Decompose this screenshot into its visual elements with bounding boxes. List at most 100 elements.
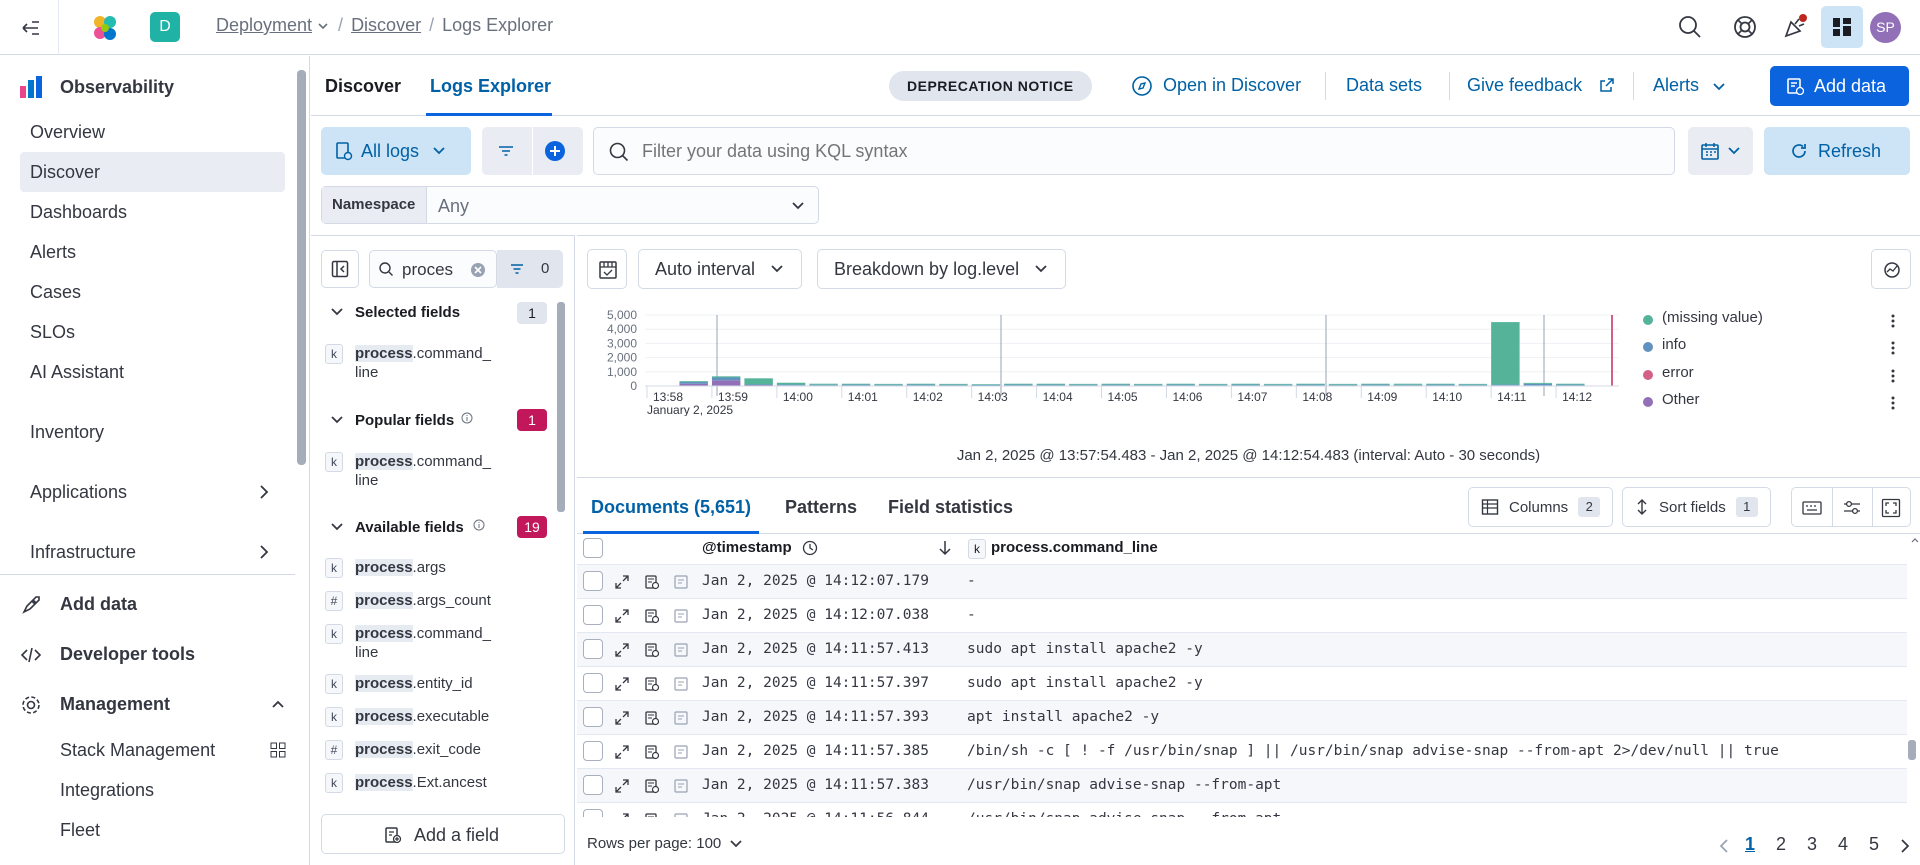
histogram-bar[interactable] xyxy=(1556,384,1585,386)
histogram-bar[interactable] xyxy=(1296,383,1325,385)
histogram-bar[interactable] xyxy=(841,383,871,385)
grid-icon[interactable] xyxy=(270,742,286,758)
expand-icon[interactable] xyxy=(614,710,630,726)
command-line-cell[interactable]: - xyxy=(967,607,976,623)
nav-integrations[interactable]: Integrations xyxy=(60,780,154,801)
table-row[interactable]: Jan 2, 2025 @ 14:11:57.413 sudo apt insta… xyxy=(577,632,1907,666)
log-message-icon[interactable] xyxy=(673,710,689,726)
histogram-bar[interactable] xyxy=(1556,383,1585,385)
tab-discover[interactable]: Discover xyxy=(325,76,401,97)
histogram-bar[interactable] xyxy=(971,384,1001,386)
page-5[interactable]: 5 xyxy=(1869,834,1879,855)
histogram-bar[interactable] xyxy=(1069,383,1098,385)
command-line-cell[interactable]: /usr/bin/snap advise-snap --from-apt xyxy=(967,777,1281,793)
field-item[interactable]: k process.Ext.ancest xyxy=(325,773,545,795)
open-in-discover-link[interactable]: Open in Discover xyxy=(1163,75,1301,96)
chevron-down-icon[interactable] xyxy=(329,305,345,319)
histogram-bar[interactable] xyxy=(1166,383,1195,385)
chevron-down-icon[interactable] xyxy=(329,520,345,534)
nav-add-data[interactable]: Add data xyxy=(60,594,137,615)
command-line-cell[interactable]: sudo apt install apache2 -y xyxy=(967,675,1203,691)
field-item[interactable]: # process.args_count xyxy=(325,591,545,613)
legend-other[interactable]: Other xyxy=(1662,391,1700,408)
legend-info[interactable]: info xyxy=(1662,336,1686,353)
legend-actions-icon[interactable] xyxy=(1890,340,1896,356)
chevron-right-icon[interactable] xyxy=(256,542,272,562)
histogram-bar[interactable] xyxy=(1328,384,1358,386)
histogram-bar[interactable] xyxy=(1393,384,1423,386)
legend-actions-icon[interactable] xyxy=(1890,395,1896,411)
log-message-icon[interactable] xyxy=(673,778,689,794)
chevron-right-icon[interactable] xyxy=(1899,837,1911,855)
histogram-bar[interactable] xyxy=(971,384,1001,385)
nav-management[interactable]: Management xyxy=(60,694,170,715)
histogram-bar[interactable] xyxy=(1231,383,1260,385)
alerts-menu[interactable]: Alerts xyxy=(1653,75,1699,96)
command-line-cell[interactable]: apt install apache2 -y xyxy=(967,709,1159,725)
expand-icon[interactable] xyxy=(614,778,630,794)
nav-item-overview[interactable]: Overview xyxy=(30,122,105,143)
tab-field-statistics[interactable]: Field statistics xyxy=(888,497,1013,518)
row-checkbox[interactable] xyxy=(583,809,603,817)
nav-item-dashboards[interactable]: Dashboards xyxy=(30,202,127,223)
timestamp-cell[interactable]: Jan 2, 2025 @ 14:11:56.844 xyxy=(702,811,929,817)
kql-search-bar[interactable] xyxy=(593,127,1675,175)
give-feedback-link[interactable]: Give feedback xyxy=(1467,75,1582,96)
nav-item-slos[interactable]: SLOs xyxy=(30,322,75,343)
document-view-icon[interactable] xyxy=(644,710,660,726)
rows-per-page-select[interactable]: Rows per page: 100 xyxy=(587,835,743,852)
chart-options-button[interactable] xyxy=(1871,249,1911,289)
table-row[interactable]: Jan 2, 2025 @ 14:11:57.383/usr/bin/snap … xyxy=(577,768,1907,802)
document-view-icon[interactable] xyxy=(644,778,660,794)
select-all-checkbox[interactable] xyxy=(583,538,603,558)
document-view-icon[interactable] xyxy=(644,608,660,624)
collapse-sidebar-button[interactable] xyxy=(321,250,359,288)
histogram-bar[interactable] xyxy=(1069,384,1098,386)
field-item[interactable]: k process.command_ line xyxy=(325,624,545,664)
histogram-bar[interactable] xyxy=(1491,384,1520,386)
histogram-bar[interactable] xyxy=(1263,384,1293,386)
histogram-bar[interactable] xyxy=(841,384,871,386)
timestamp-cell[interactable]: Jan 2, 2025 @ 14:11:57.397 xyxy=(702,675,929,691)
avatar[interactable]: SP xyxy=(1870,12,1901,43)
table-row[interactable]: Jan 2, 2025 @ 14:12:07.038 - xyxy=(577,598,1907,632)
nav-item-ai-assistant[interactable]: AI Assistant xyxy=(30,362,124,383)
timestamp-cell[interactable]: Jan 2, 2025 @ 14:12:07.038 xyxy=(702,607,929,623)
nav-item-discover[interactable]: Discover xyxy=(30,162,100,183)
table-row[interactable]: Jan 2, 2025 @ 14:11:57.385/bin/sh -c [ !… xyxy=(577,734,1907,768)
chevron-down-icon[interactable] xyxy=(1711,80,1727,94)
row-checkbox[interactable] xyxy=(583,673,603,693)
command-line-cell[interactable]: - xyxy=(967,573,976,589)
histogram-bar[interactable] xyxy=(1101,383,1130,385)
deprecation-notice-badge[interactable]: DEPRECATION NOTICE xyxy=(889,71,1092,101)
chevron-left-icon[interactable] xyxy=(1718,837,1730,855)
nav-item-alerts[interactable]: Alerts xyxy=(30,242,76,263)
add-filter-icon[interactable] xyxy=(544,140,566,162)
histogram-bar[interactable] xyxy=(1426,384,1455,386)
histogram-bar[interactable] xyxy=(1296,384,1325,386)
histogram-bar[interactable] xyxy=(1198,383,1228,385)
nav-item-infrastructure[interactable]: Infrastructure xyxy=(30,542,136,563)
available-fields-title[interactable]: Available fields xyxy=(355,519,464,536)
timestamp-cell[interactable]: Jan 2, 2025 @ 14:11:57.413 xyxy=(702,641,929,657)
tab-documents[interactable]: Documents (5,651) xyxy=(591,497,751,518)
histogram-bar[interactable] xyxy=(776,382,806,385)
histogram-bar[interactable] xyxy=(809,384,838,386)
histogram-bar[interactable] xyxy=(874,383,903,385)
field-item[interactable]: k process.executable xyxy=(325,707,545,729)
notifications-icon[interactable] xyxy=(1782,14,1808,40)
table-row[interactable]: Jan 2, 2025 @ 14:11:56.844/usr/bin/snap … xyxy=(577,802,1907,817)
log-message-icon[interactable] xyxy=(673,642,689,658)
histogram-bar[interactable] xyxy=(1523,383,1553,386)
row-checkbox[interactable] xyxy=(583,605,603,625)
chevron-up-icon[interactable] xyxy=(1911,537,1919,543)
nav-title[interactable]: Observability xyxy=(60,77,174,98)
page-1[interactable]: 1 xyxy=(1745,834,1755,855)
fields-scrollbar[interactable] xyxy=(557,302,565,512)
timestamp-cell[interactable]: Jan 2, 2025 @ 14:12:07.179 xyxy=(702,573,929,589)
legend-actions-icon[interactable] xyxy=(1890,368,1896,384)
field-filter-button[interactable]: 0 xyxy=(497,250,563,288)
toggle-chart-button[interactable] xyxy=(587,249,627,289)
nav-stack-management[interactable]: Stack Management xyxy=(60,740,215,761)
date-picker-button[interactable] xyxy=(1688,127,1753,175)
